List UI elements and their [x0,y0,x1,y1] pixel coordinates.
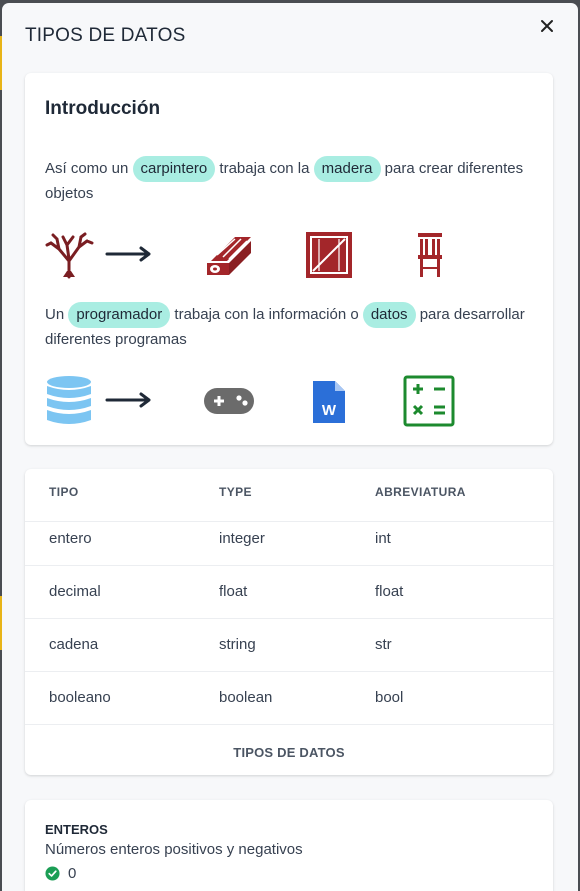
data-types-table: TIPO TYPE ABREVIATURA entero integer int… [25,469,553,775]
paragraph-text: trabaja con la información o [170,306,363,323]
check-circle-icon [45,866,60,881]
carpenter-paragraph: Así como un carpintero trabaja con la ma… [45,156,525,206]
section-value: 0 [68,865,77,882]
column-header-type: TYPE [219,485,252,499]
introduction-heading: Introducción [45,98,161,119]
table-cell: booleano [49,689,111,706]
carpentry-icon-row [45,231,485,287]
table-cell: integer [219,530,265,547]
enteros-card: ENTEROS Números enteros positivos y nega… [25,800,553,891]
close-icon [541,20,553,32]
arrow-right-icon [105,245,153,268]
paragraph-text: Así como un [45,160,133,177]
programming-icon-row: W [45,375,485,431]
highlight-chip-programador: programador [68,302,171,328]
paragraph-text: trabaja con la [215,160,314,177]
table-cell: cadena [49,636,99,653]
table-caption: TIPOS DE DATOS [233,745,345,760]
table-row: booleano boolean bool [25,672,553,725]
table-cell: str [375,636,392,653]
programmer-paragraph: Un programador trabaja con la informació… [45,302,525,352]
table-cell: entero [49,530,92,547]
database-icon [45,375,93,432]
table-cell: float [375,583,404,600]
gamepad-icon [203,387,255,420]
table-cell: float [219,583,248,600]
highlight-chip-madera: madera [313,156,381,182]
highlight-chip-carpintero: carpintero [132,156,216,182]
calculator-icon [403,375,455,432]
highlight-chip-datos: datos [362,302,416,328]
table-cell: boolean [219,689,273,706]
column-header-tipo: TIPO [49,485,79,499]
table-cell: string [219,636,256,653]
column-header-abreviatura: ABREVIATURA [375,485,466,499]
section-description: Números enteros positivos y negativos [45,841,303,858]
word-document-icon: W [311,379,347,430]
data-types-modal: TIPOS DE DATOS Introducción Así como un … [2,3,578,891]
lumber-icon [205,231,253,282]
paragraph-text: Un [45,306,69,323]
section-value-row: 0 [45,865,76,882]
table-row: entero integer int [25,513,553,566]
table-cell: int [375,530,391,547]
table-row: cadena string str [25,619,553,672]
tree-icon [45,231,95,284]
crate-icon [305,231,353,284]
table-row: decimal float float [25,566,553,619]
close-button[interactable] [536,15,558,37]
introduction-card: Introducción Así como un carpintero trab… [25,73,553,445]
svg-text:W: W [322,402,337,419]
modal-header: TIPOS DE DATOS [2,3,578,65]
table-cell: bool [375,689,404,706]
modal-title: TIPOS DE DATOS [25,25,186,46]
chair-icon [415,231,445,284]
table-cell: decimal [49,583,101,600]
arrow-right-icon [105,391,153,414]
section-title: ENTEROS [45,822,108,837]
